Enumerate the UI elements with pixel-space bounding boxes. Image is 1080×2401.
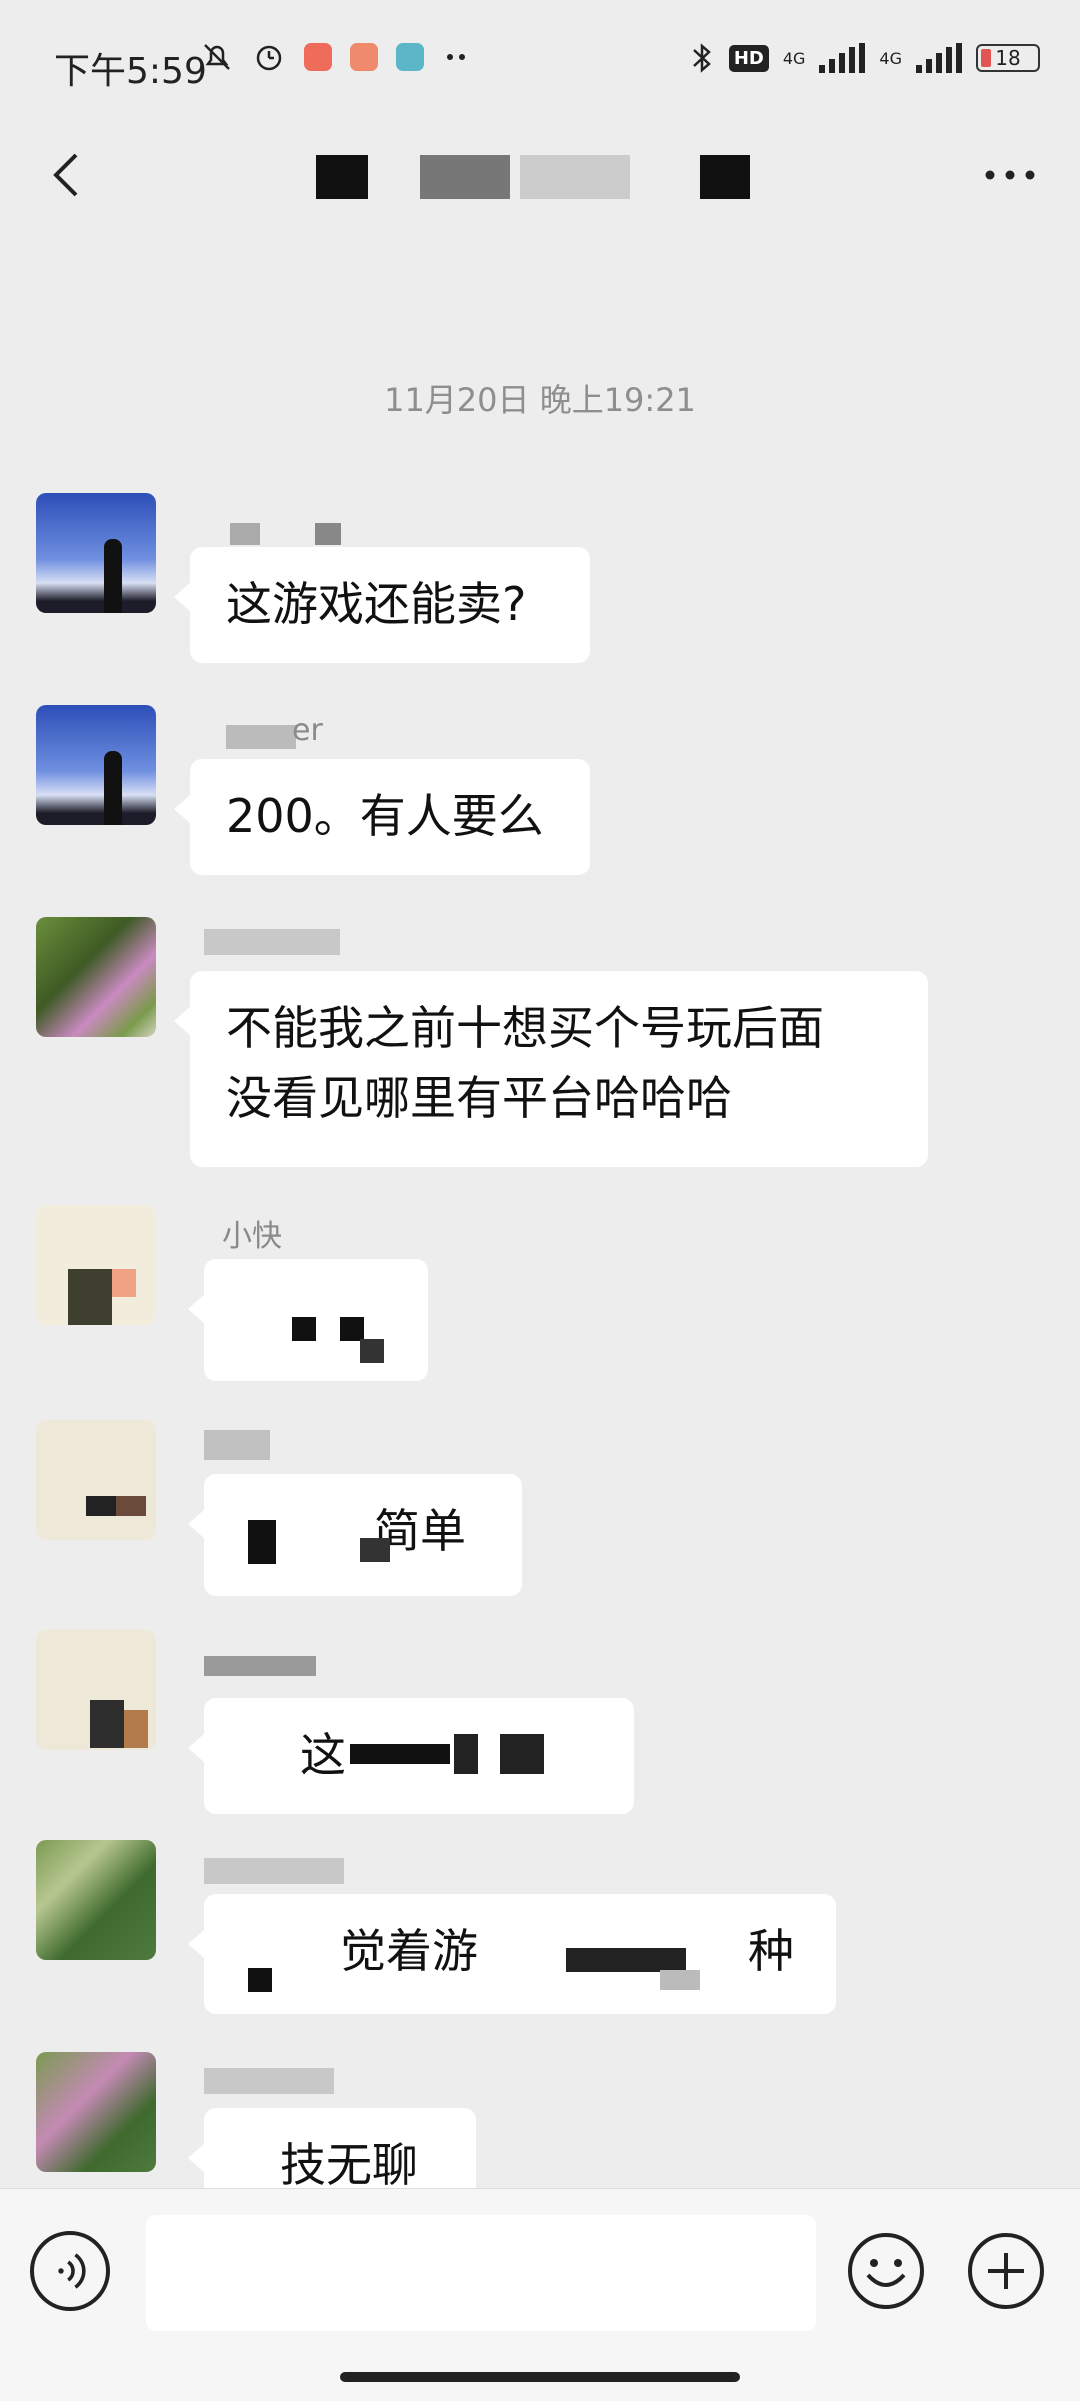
hd-badge: HD [728,44,769,72]
message-text: 这 [300,1728,346,1782]
emoji-button[interactable] [846,2231,926,2311]
redacted-sender [204,1430,270,1460]
avatar[interactable] [36,917,156,1037]
avatar-pixel [68,1269,112,1325]
redacted-text [360,1339,384,1363]
redacted-text [454,1734,478,1774]
plus-button[interactable] [966,2231,1046,2311]
avatar[interactable] [36,2052,156,2172]
battery-icon: 18 [976,44,1040,72]
network-label: 4G [782,48,806,68]
redacted-sender [204,929,340,955]
avatar-pixel [90,1700,124,1748]
battery-percent: 18 [995,46,1021,70]
message-text: 种 [748,1924,794,1978]
redacted-title [520,155,630,199]
chat-input-bar [0,2188,1080,2401]
redacted-sender [226,725,296,749]
message-text: 技无聊 [280,2138,418,2192]
status-notification-icons [200,40,472,74]
redacted-text [292,1317,316,1341]
signal-icon [916,43,962,73]
redacted-title [420,155,510,199]
message-bubble[interactable]: 这游戏还能卖? [174,547,590,663]
network-label: 4G [879,48,902,68]
chat-timestamp: 11月20日 晚上19:21 [384,381,696,419]
voice-button[interactable] [30,2231,110,2311]
alarm-icon [256,45,282,71]
app-notification-icon [304,43,332,71]
message-bubble[interactable]: 200。有人要么 [174,759,590,875]
chat-header [0,115,1080,235]
message-bubble[interactable]: 不能我之前十想买个号玩后面 没看见哪里有平台哈哈哈 [174,971,928,1167]
sender-name: 小快 [222,1219,282,1254]
avatar[interactable] [36,705,156,825]
redacted-text [248,1968,272,1992]
message-input[interactable] [146,2215,816,2331]
redacted-text [350,1744,450,1764]
home-indicator[interactable] [340,2372,740,2382]
status-bar: 下午5:59 HD 4G 4G 18 [0,0,1080,130]
mute-bell-icon [204,44,230,70]
bluetooth-icon [692,43,711,73]
avatar[interactable] [36,1420,156,1540]
message-bubble[interactable]: 觉着游 种 [188,1894,836,2014]
avatar-pixel [116,1496,146,1516]
avatar-pixel [112,1269,136,1297]
redacted-title [316,155,368,199]
signal-icon [819,43,866,73]
redacted-sender [204,1656,316,1676]
avatar[interactable] [36,1840,156,1960]
avatar-silhouette [104,539,122,613]
message-text: 觉着游 [340,1924,478,1978]
redacted-text [660,1970,700,1990]
avatar-pixel [86,1496,116,1516]
avatar[interactable] [36,1205,156,1325]
redacted-text [360,1538,390,1562]
avatar[interactable] [36,1630,156,1750]
avatar[interactable] [36,493,156,613]
redacted-text [340,1317,364,1341]
app-notification-icon [350,43,378,71]
message-bubble[interactable] [188,1259,428,1381]
sender-name: er [292,713,323,748]
redacted-title [700,155,750,199]
status-right-icons: HD 4G 4G 18 [689,40,1040,76]
message-line: 不能我之前十想买个号玩后面 [226,1001,824,1055]
status-time: 下午5:59 [54,51,207,92]
more-dots-icon [447,54,465,60]
avatar-pixel [124,1710,148,1748]
more-button[interactable] [980,160,1040,190]
redacted-sender [204,1858,344,1884]
redacted-sender [204,2068,334,2094]
message-line: 没看见哪里有平台哈哈哈 [226,1071,732,1125]
redacted-sender [230,523,260,545]
back-button[interactable] [40,145,100,205]
avatar-silhouette [104,751,122,825]
battery-fill [981,49,991,67]
app-notification-icon [396,43,424,71]
redacted-text [566,1948,686,1972]
redacted-text [248,1520,276,1564]
redacted-sender [315,523,341,545]
redacted-text [500,1734,544,1774]
